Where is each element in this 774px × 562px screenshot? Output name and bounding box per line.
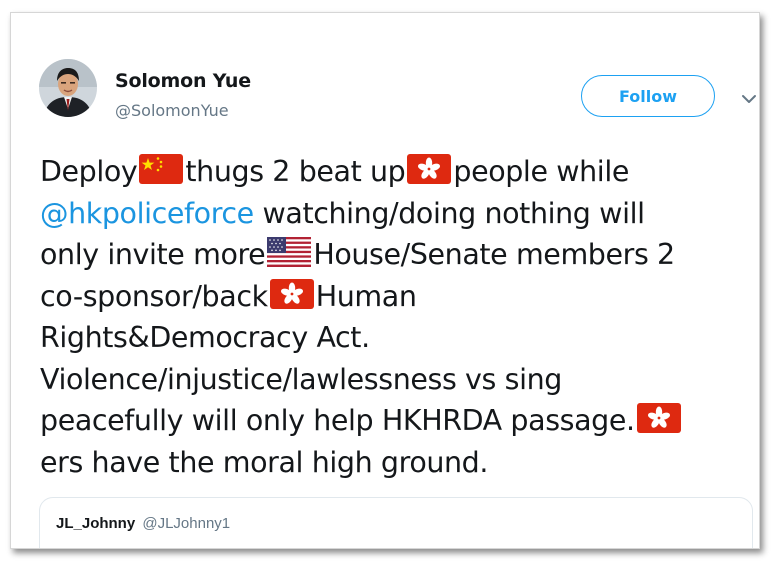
china-flag-icon	[138, 153, 184, 185]
quoted-author-name: JL_Johnny	[56, 515, 136, 532]
tweet-text-line: co-sponsor/back Human	[40, 276, 752, 318]
mention-link[interactable]: @hkpoliceforce	[40, 197, 254, 230]
tweet-text-segment: people while	[453, 155, 629, 188]
hong-kong-flag-icon	[269, 278, 315, 310]
tweet-text-segment: peacefully will only help HKHRDA passage…	[40, 404, 635, 437]
quoted-tweet-author[interactable]: JL_Johnny @JLJohnny1	[56, 515, 230, 532]
tweet-text-segment: Rights&Democracy Act.	[40, 321, 370, 354]
author-avatar[interactable]	[39, 59, 97, 117]
tweet-text-line: only invite more House/Senate members 2	[40, 234, 752, 276]
author-display-name[interactable]: Solomon Yue	[115, 70, 251, 92]
tweet-text-line: Deploy thugs 2 beat up people while	[40, 151, 752, 193]
tweet-text-segment: Human	[315, 279, 417, 313]
tweet-text-segment: Deploy	[40, 155, 138, 188]
tweet-text: Deploy thugs 2 beat up people while @hkpo…	[40, 151, 752, 483]
tweet-text-line: Rights&Democracy Act.	[40, 317, 752, 359]
tweet-text-segment: co-sponsor/back	[40, 279, 268, 313]
tweet-text-line: peacefully will only help HKHRDA passage…	[40, 400, 752, 442]
tweet-text-line: ers have the moral high ground.	[40, 442, 752, 484]
author-handle[interactable]: @SolomonYue	[115, 101, 229, 120]
tweet-text-line: @hkpoliceforce watching/doing nothing wi…	[40, 193, 752, 235]
tweet-text-segment: watching/doing nothing will	[253, 196, 645, 230]
tweet-card: Solomon Yue @SolomonYue Follow Deploy th…	[10, 12, 760, 549]
tweet-text-segment: thugs 2 beat up	[185, 155, 406, 188]
tweet-text-segment: only invite more	[40, 238, 266, 271]
profile-photo-icon	[39, 59, 97, 117]
chevron-down-icon[interactable]	[739, 92, 759, 106]
quoted-author-handle: @JLJohnny1	[142, 515, 231, 532]
tweet-text-segment: House/Senate members 2	[313, 238, 675, 271]
follow-button[interactable]: Follow	[581, 75, 715, 117]
us-flag-icon	[266, 236, 312, 268]
hong-kong-flag-icon	[636, 402, 682, 434]
tweet-text-line: Violence/injustice/lawlessness vs sing	[40, 359, 752, 401]
quoted-tweet[interactable]: JL_Johnny @JLJohnny1	[39, 497, 753, 548]
hong-kong-flag-icon	[406, 153, 452, 185]
tweet-text-segment: Violence/injustice/lawlessness vs sing	[40, 362, 562, 396]
tweet-text-segment: ers have the moral high ground.	[40, 445, 489, 479]
